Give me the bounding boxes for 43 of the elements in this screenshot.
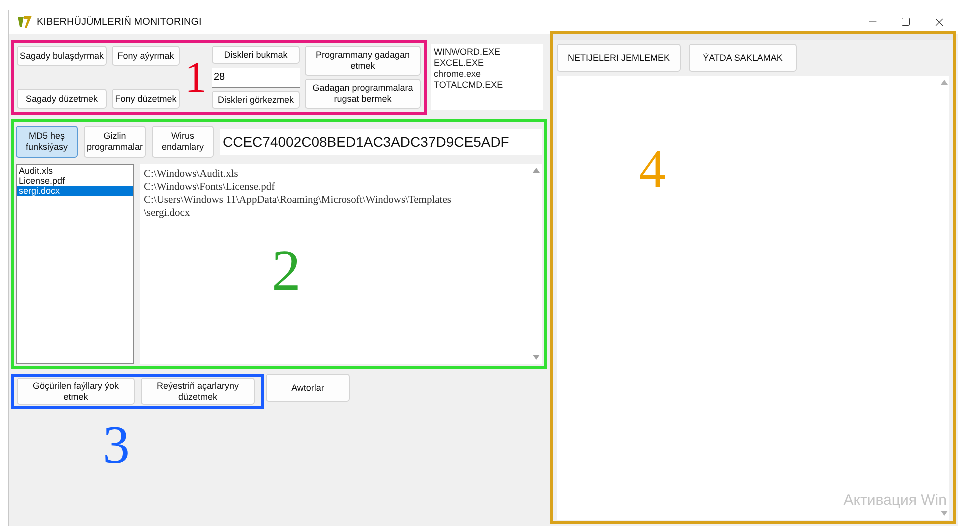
action-button[interactable]: Reýestriň açarlaryny düzetmek	[141, 378, 255, 405]
action-button[interactable]: Fony düzetmek	[112, 89, 180, 109]
activation-notice: Активация Win	[844, 490, 947, 510]
app-logo-icon	[17, 15, 33, 29]
process-list[interactable]: WINWORD.EXE EXCEL.EXE chrome.exe TOTALCMD.EXE	[431, 44, 543, 110]
file-item[interactable]: License.pdf	[17, 176, 133, 186]
action-button[interactable]: Göçürilen faýllary ýok etmek	[17, 378, 135, 405]
process-item: chrome.exe	[434, 69, 482, 80]
action-button[interactable]: Awtorlar	[266, 374, 350, 402]
file-list[interactable]: Audit.xls License.pdf sergi.docx	[16, 164, 134, 364]
file-item[interactable]: Audit.xls	[17, 166, 133, 176]
action-button[interactable]: Diskleri bukmak	[212, 46, 300, 64]
action-button[interactable]: Programmany gadagan etmek	[305, 46, 421, 76]
process-item: WINWORD.EXE	[434, 47, 502, 58]
action-button[interactable]: ÝATDA SAKLAMAK	[689, 44, 797, 72]
path-line: C:\Windows\Fonts\License.pdf	[144, 181, 276, 194]
action-button[interactable]: Fony aýyrmak	[112, 46, 180, 66]
action-button[interactable]: Sagady bulaşdyrmak	[17, 46, 107, 66]
scroll-up-icon[interactable]	[532, 168, 540, 173]
disk-count-field[interactable]: 28	[212, 68, 300, 88]
tab[interactable]: Wirus endamlary	[152, 126, 214, 158]
path-line: \sergi.docx	[144, 207, 192, 220]
annotation-number: 1	[185, 56, 207, 100]
process-item: TOTALCMD.EXE	[434, 80, 504, 91]
tab[interactable]: MD5 heş funksiýasy	[16, 126, 78, 158]
path-line: C:\Users\Windows 11\AppData\Roaming\Microsoft\Windows\Templates	[144, 194, 452, 207]
action-button[interactable]: NETIJELERI JEMLEMEK	[557, 44, 681, 72]
scroll-down-icon[interactable]	[532, 355, 540, 360]
hash-field[interactable]: CCEC74002C08BED1AC3ADC37D9CE5ADF	[220, 129, 542, 155]
annotation-number: 2	[272, 242, 301, 300]
window-title: KIBERHÜJÜMLERIŇ MONITORINGI	[37, 15, 202, 30]
action-button[interactable]: Sagady düzetmek	[17, 89, 107, 109]
action-button[interactable]: Diskleri görkezmek	[212, 91, 300, 109]
scroll-down-icon[interactable]	[940, 511, 948, 516]
scroll-up-icon[interactable]	[940, 80, 948, 85]
process-item: EXCEL.EXE	[434, 58, 486, 69]
annotation-number: 3	[103, 418, 130, 472]
path-line: C:\Windows\Audit.xls	[144, 168, 240, 181]
file-item[interactable]: sergi.docx	[17, 186, 133, 196]
annotation-number: 4	[639, 142, 666, 196]
tab[interactable]: Gizlin programmalar	[84, 126, 146, 158]
maximize-icon[interactable]	[901, 17, 911, 27]
action-button[interactable]: Gadagan programmalara rugsat bermek	[305, 79, 421, 109]
